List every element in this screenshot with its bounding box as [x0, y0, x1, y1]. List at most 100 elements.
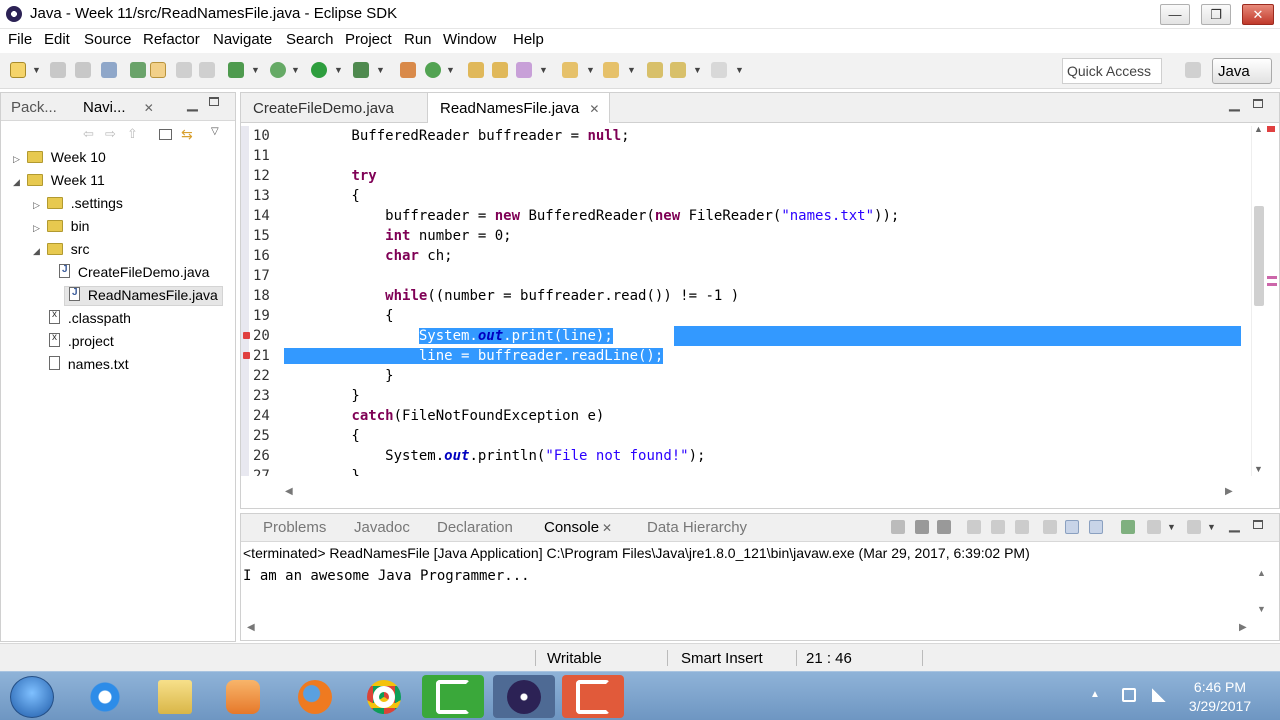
chevron-down-icon[interactable]: ▼ — [693, 65, 702, 75]
code-text[interactable]: } — [284, 366, 393, 386]
last-edit-icon[interactable] — [647, 62, 663, 78]
code-line[interactable]: 24 catch(FileNotFoundException e) — [241, 406, 1241, 426]
taskbar-camtasia-studio[interactable] — [562, 675, 624, 718]
chevron-down-icon[interactable]: ▼ — [251, 65, 260, 75]
code-text[interactable]: buffreader = new BufferedReader(new File… — [284, 206, 899, 226]
code-line[interactable]: 26 System.out.println("File not found!")… — [241, 446, 1241, 466]
block-selection-icon[interactable] — [176, 62, 192, 78]
start-button[interactable] — [10, 676, 54, 718]
network-icon[interactable] — [1152, 688, 1166, 702]
expand-icon[interactable]: ▷ — [13, 154, 23, 165]
scroll-right-icon[interactable]: ▶ — [1239, 622, 1247, 633]
tree-item-readnamesfile[interactable]: ReadNamesFile.java — [64, 286, 223, 306]
tab-createfiledemo[interactable]: CreateFileDemo.java — [241, 93, 404, 123]
tab-declaration[interactable]: Declaration — [437, 519, 513, 536]
maximize-view-icon[interactable] — [1253, 99, 1263, 108]
new-class-icon[interactable] — [425, 62, 441, 78]
console-menu-icon[interactable] — [1147, 520, 1161, 534]
up-folder-icon[interactable]: ⇧ — [127, 126, 138, 142]
code-text[interactable]: System.out.print(line); — [284, 326, 613, 346]
scroll-right-icon[interactable]: ▶ — [1225, 486, 1233, 497]
view-menu-icon[interactable]: ▽ — [211, 126, 219, 137]
tree-item-bin[interactable]: ▷ bin — [33, 218, 89, 238]
code-text[interactable]: BufferedReader buffreader = null; — [284, 126, 629, 146]
code-line[interactable]: 20 System.out.print(line); — [241, 326, 1241, 346]
scroll-left-icon[interactable]: ◀ — [247, 622, 255, 633]
chevron-down-icon[interactable]: ▼ — [539, 65, 548, 75]
menu-file[interactable]: File — [8, 31, 32, 48]
skip-breakpoints-icon[interactable] — [101, 62, 117, 78]
debug-icon[interactable] — [228, 62, 244, 78]
forward-arrow-icon[interactable]: ⇨ — [105, 126, 116, 142]
new-icon[interactable] — [10, 62, 26, 78]
link-editor-icon[interactable]: ⇆ — [181, 126, 193, 143]
menu-search[interactable]: Search — [286, 31, 334, 48]
chevron-down-icon[interactable]: ▼ — [334, 65, 343, 75]
back-icon[interactable] — [670, 62, 686, 78]
chevron-down-icon[interactable]: ▼ — [627, 65, 636, 75]
tab-readnamesfile[interactable]: ReadNamesFile.java ✕ — [427, 93, 611, 123]
minimize-view-icon[interactable]: ▁ — [1229, 516, 1240, 533]
code-text[interactable]: char ch; — [284, 246, 452, 266]
collapse-icon[interactable]: ◢ — [13, 177, 23, 188]
code-line[interactable]: 12 try — [241, 166, 1241, 186]
chevron-down-icon[interactable]: ▼ — [446, 65, 455, 75]
code-line[interactable]: 13 { — [241, 186, 1241, 206]
menu-help[interactable]: Help — [513, 31, 544, 48]
taskbar-firefox[interactable] — [284, 675, 346, 718]
scroll-down-icon[interactable]: ▼ — [1254, 464, 1263, 474]
open-console-icon[interactable] — [1121, 520, 1135, 534]
occurrence-marker-icon[interactable] — [1267, 283, 1277, 286]
taskbar-chrome[interactable] — [353, 675, 415, 718]
menu-run[interactable]: Run — [404, 31, 432, 48]
code-text[interactable]: { — [284, 306, 393, 326]
new-package-icon[interactable] — [400, 62, 416, 78]
console-output[interactable]: I am an awesome Java Programmer... — [243, 568, 530, 584]
menu-navigate[interactable]: Navigate — [213, 31, 272, 48]
scroll-left-icon[interactable]: ◀ — [285, 486, 293, 497]
code-text[interactable]: try — [284, 166, 376, 186]
code-text[interactable]: { — [284, 426, 359, 446]
code-text[interactable]: line = buffreader.readLine(); — [284, 346, 664, 366]
taskbar-file-explorer[interactable] — [144, 675, 206, 718]
java-perspective-button[interactable]: Java — [1212, 58, 1272, 84]
collapse-all-icon[interactable] — [159, 129, 172, 140]
chevron-down-icon[interactable]: ▼ — [32, 65, 41, 75]
run-external-icon[interactable] — [353, 62, 369, 78]
tree-item-src[interactable]: ◢ src — [33, 241, 89, 261]
chevron-down-icon[interactable]: ▼ — [586, 65, 595, 75]
menu-edit[interactable]: Edit — [44, 31, 70, 48]
error-marker-icon[interactable] — [1267, 126, 1275, 132]
chevron-down-icon[interactable]: ▼ — [376, 65, 385, 75]
code-line[interactable]: 10 BufferedReader buffreader = null; — [241, 126, 1241, 146]
quick-access-input[interactable]: Quick Access — [1062, 58, 1162, 84]
pin-console-icon[interactable] — [1065, 520, 1079, 534]
close-icon[interactable]: ✕ — [589, 102, 599, 116]
maximize-view-icon[interactable] — [1253, 520, 1263, 529]
mark-occurrences-icon[interactable] — [150, 62, 166, 78]
scroll-thumb[interactable] — [1254, 206, 1264, 306]
taskbar-camtasia-recorder[interactable] — [422, 675, 484, 718]
code-line[interactable]: 16 char ch; — [241, 246, 1241, 266]
new-console-icon[interactable] — [1187, 520, 1201, 534]
code-line[interactable]: 25 { — [241, 426, 1241, 446]
back-arrow-icon[interactable]: ⇦ — [83, 126, 94, 142]
tab-data-hierarchy[interactable]: Data Hierarchy — [647, 519, 747, 536]
tab-problems[interactable]: Problems — [263, 519, 326, 536]
show-on-output-icon[interactable] — [1043, 520, 1057, 534]
tab-navigator[interactable]: Navi... ✕ — [83, 99, 154, 116]
menu-project[interactable]: Project — [345, 31, 392, 48]
expand-icon[interactable]: ▷ — [33, 223, 43, 234]
remove-launch-icon[interactable] — [915, 520, 929, 534]
maximize-button[interactable]: ❐ — [1201, 4, 1231, 25]
tab-console[interactable]: Console — [544, 519, 599, 536]
whitespace-icon[interactable] — [199, 62, 215, 78]
tree-item-week10[interactable]: ▷ Week 10 — [13, 149, 106, 169]
tab-package-explorer[interactable]: Pack... — [11, 99, 57, 116]
vertical-scrollbar[interactable]: ▲ ▼ — [1251, 124, 1265, 476]
code-line[interactable]: 19 { — [241, 306, 1241, 326]
terminate-icon[interactable] — [891, 520, 905, 534]
collapse-icon[interactable]: ◢ — [33, 246, 43, 257]
chevron-down-icon[interactable]: ▼ — [1207, 522, 1216, 532]
bug-icon[interactable] — [270, 62, 286, 78]
